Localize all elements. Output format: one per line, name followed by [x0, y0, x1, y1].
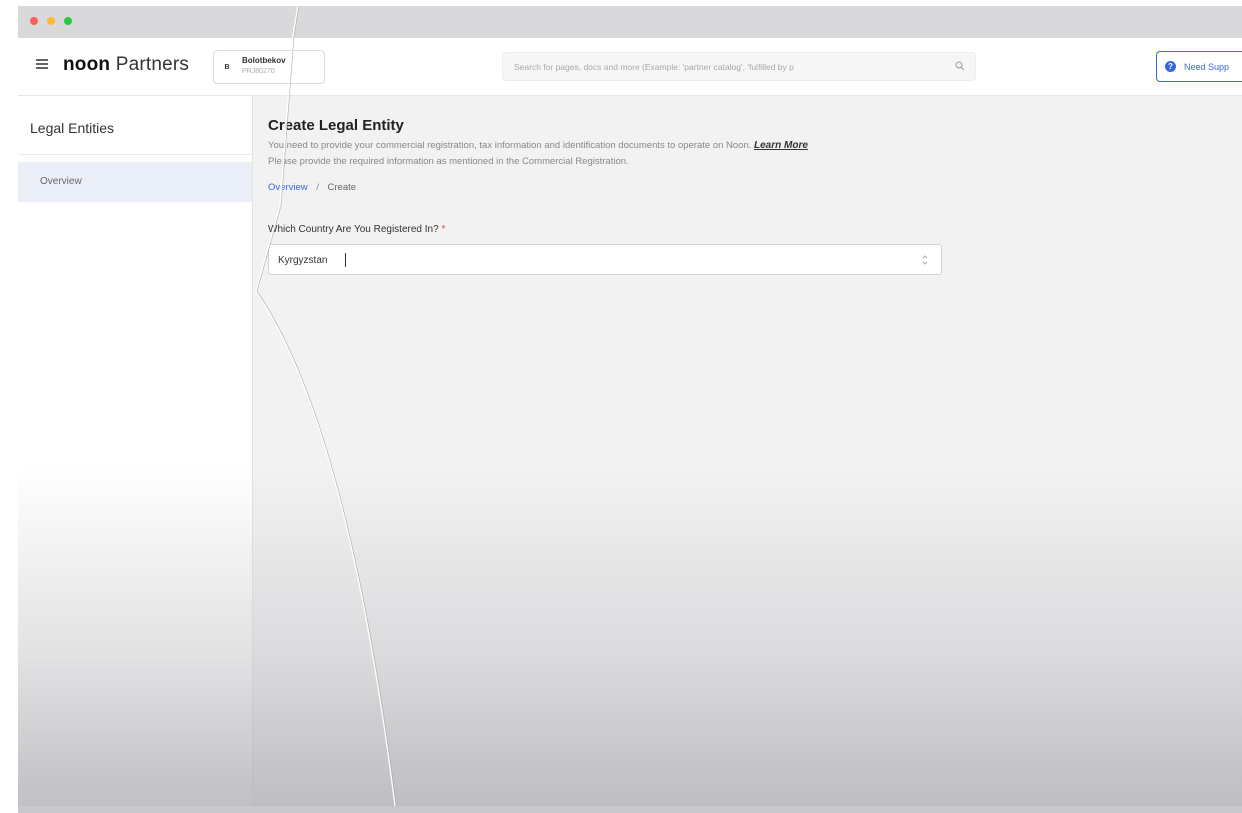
sidebar-title: Legal Entities: [30, 120, 115, 136]
country-field-label-text: Which Country Are You Registered In?: [268, 224, 439, 235]
main-content: Create Legal Entity You need to provide …: [254, 96, 1242, 813]
breadcrumb-current: Create: [327, 182, 357, 193]
page-description: You need to provide your commercial regi…: [268, 140, 808, 151]
sidebar-item-label: Overview: [40, 176, 82, 187]
bottom-edge: [18, 806, 1242, 813]
top-navigation-bar: noon Partners B Bolotbekov PRJ80270 Sear…: [18, 38, 1242, 96]
breadcrumb: Overview / Create: [268, 182, 356, 193]
breadcrumb-overview-link[interactable]: Overview: [268, 182, 308, 193]
sidebar-item-overview[interactable]: Overview: [18, 162, 252, 202]
question-icon: ?: [1165, 61, 1176, 72]
country-field-label: Which Country Are You Registered In? *: [268, 224, 445, 235]
global-search-input[interactable]: Search for pages, docs and more (Example…: [502, 52, 976, 81]
country-select[interactable]: Kyrgyzstan: [268, 244, 942, 275]
brand-logo-light: Partners: [115, 54, 190, 75]
minimize-window-button[interactable]: [47, 17, 55, 25]
page-instructions: Please provide the required information …: [268, 156, 629, 167]
country-select-value: Kyrgyzstan: [278, 255, 328, 266]
account-switcher[interactable]: B Bolotbekov PRJ80270: [213, 50, 325, 84]
close-window-button[interactable]: [30, 17, 38, 25]
description-text: You need to provide your commercial regi…: [268, 140, 752, 151]
sidebar-divider: [18, 154, 252, 155]
learn-more-link[interactable]: Learn More: [754, 140, 808, 151]
sidebar: Legal Entities Overview: [18, 96, 253, 813]
brand-logo-bold: noon: [63, 54, 111, 75]
search-placeholder: Search for pages, docs and more (Example…: [514, 62, 794, 72]
brand-logo[interactable]: noon Partners: [63, 54, 189, 76]
page-title: Create Legal Entity: [268, 117, 404, 134]
search-icon[interactable]: [955, 61, 965, 71]
account-id: PRJ80270: [242, 68, 275, 75]
required-marker: *: [441, 224, 446, 235]
need-support-button[interactable]: ? Need Supp: [1156, 51, 1242, 82]
account-name: Bolotbekov: [242, 56, 286, 65]
app-window: noon Partners B Bolotbekov PRJ80270 Sear…: [18, 6, 1242, 813]
maximize-window-button[interactable]: [64, 17, 72, 25]
hamburger-menu-icon[interactable]: [36, 59, 48, 69]
window-titlebar: [18, 6, 1242, 38]
need-support-label: Need Supp: [1184, 62, 1230, 72]
select-arrows-icon: [922, 255, 928, 265]
text-cursor: [345, 253, 346, 267]
breadcrumb-separator: /: [316, 182, 319, 193]
account-avatar: B: [224, 64, 230, 71]
